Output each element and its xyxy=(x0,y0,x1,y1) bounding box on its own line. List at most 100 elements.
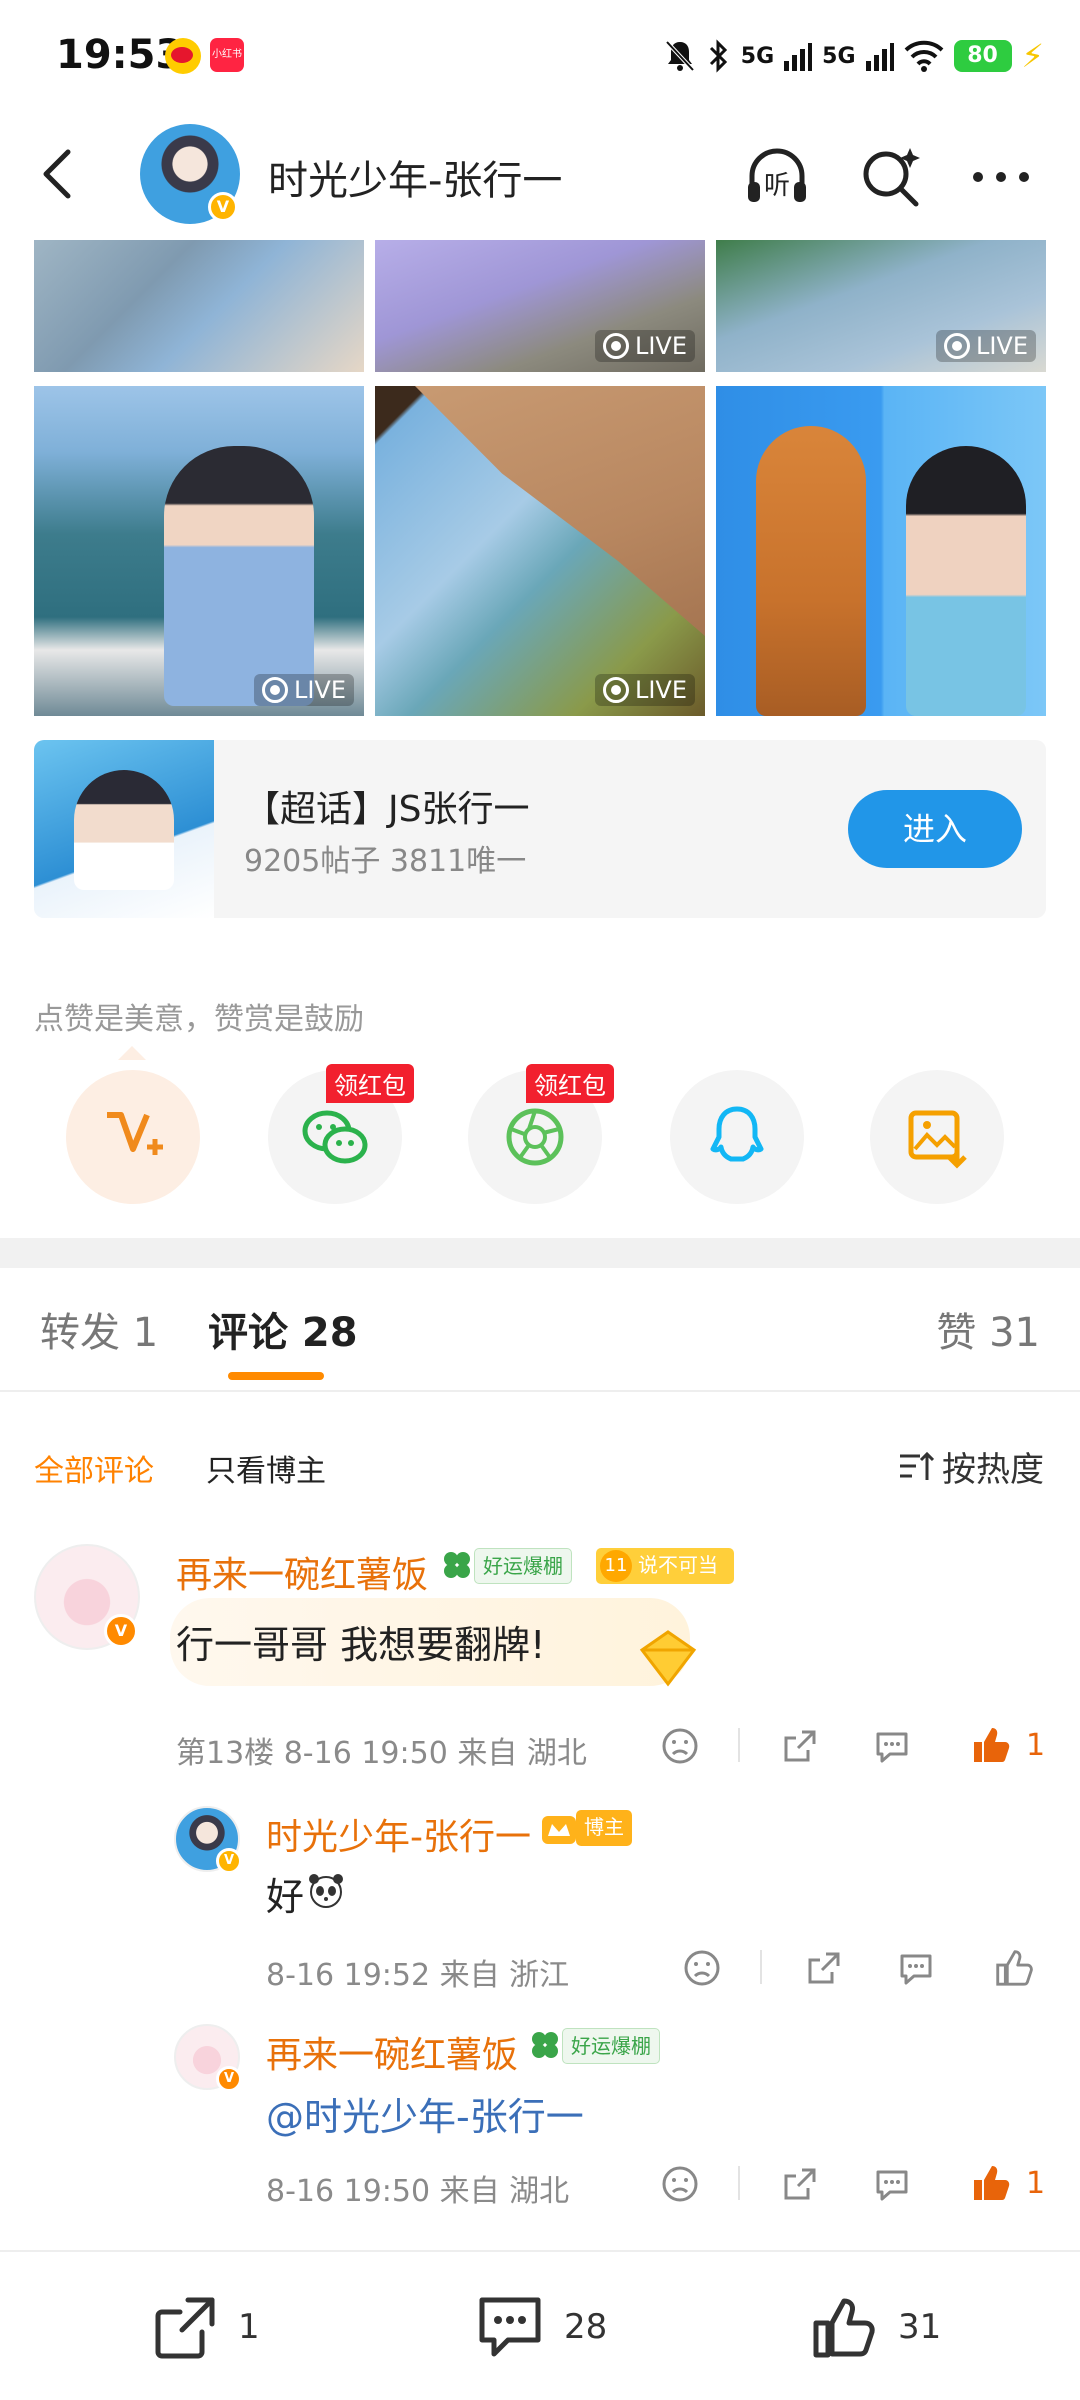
person-figure xyxy=(906,446,1026,716)
bottom-repost-button[interactable]: 1 xyxy=(150,2292,260,2362)
luck-badge: 好运爆棚 xyxy=(562,2028,660,2064)
weibo-app-icon xyxy=(165,38,201,74)
tab-comments[interactable]: 评论 28 xyxy=(208,1300,358,1358)
dislike-face-icon[interactable] xyxy=(682,1948,722,1988)
filter-blogger-only[interactable]: 只看博主 xyxy=(206,1446,326,1490)
live-photo-icon xyxy=(261,677,288,703)
live-badge: LIVE xyxy=(594,674,695,706)
reward-hint: 点赞是美意，赞赏是鼓励 xyxy=(34,1002,364,1037)
level-title: 说不可当 xyxy=(638,1553,718,1577)
tab-divider xyxy=(0,1390,1080,1392)
qq-penguin-icon xyxy=(710,1106,764,1162)
repost-icon[interactable] xyxy=(804,1948,844,1988)
bluetooth-icon xyxy=(709,39,727,73)
comment-bubble-icon xyxy=(479,2297,541,2357)
tab-reposts[interactable]: 转发 1 xyxy=(40,1300,158,1358)
dislike-face-icon[interactable] xyxy=(660,1726,700,1766)
supertopic-meta: 9205帖子 3811唯一 xyxy=(244,844,527,879)
save-image-button[interactable] xyxy=(870,1070,1004,1204)
wechat-icon xyxy=(302,1110,368,1164)
like-count: 1 xyxy=(1026,2166,1046,2201)
reward-v-plus-icon xyxy=(107,1112,163,1155)
charging-icon: ⚡ xyxy=(1021,37,1044,75)
repost-count: 1 xyxy=(238,2307,260,2347)
blogger-badge: 博主 xyxy=(576,1810,632,1846)
reply-bubble-icon[interactable] xyxy=(896,1948,936,1988)
live-label: LIVE xyxy=(293,676,346,704)
photo-4[interactable]: LIVE xyxy=(34,386,364,716)
luck-badge: 好运爆棚 xyxy=(474,1548,572,1584)
photo-3[interactable]: LIVE xyxy=(716,240,1046,372)
like-thumb-icon[interactable] xyxy=(968,1722,1012,1766)
filter-all-comments[interactable]: 全部评论 xyxy=(34,1446,154,1490)
reply-text-mention[interactable]: @时光少年-张行一 xyxy=(266,2086,584,2141)
commenter-name[interactable]: 再来一碗红薯饭 xyxy=(176,1546,428,1598)
curtain-shape xyxy=(415,386,705,636)
live-badge: LIVE xyxy=(594,330,695,362)
live-label: LIVE xyxy=(634,676,687,704)
reply-meta: 8-16 19:50 来自 湖北 xyxy=(266,2174,570,2209)
gem-sticker-icon xyxy=(639,1630,697,1687)
reply-bubble-icon[interactable] xyxy=(872,1726,912,1766)
comment-count: 28 xyxy=(564,2307,608,2347)
active-tab-indicator xyxy=(228,1372,324,1380)
verified-badge-icon: V xyxy=(216,1848,242,1874)
like-total-count: 31 xyxy=(898,2307,942,2347)
level-number: 11 xyxy=(600,1550,632,1582)
bottom-like-button[interactable]: 31 xyxy=(808,2292,941,2362)
supertopic-thumbnail xyxy=(34,740,214,918)
photo-1[interactable] xyxy=(34,240,364,372)
like-thumb-icon xyxy=(813,2298,875,2358)
post-header: V 时光少年-张行一 听 xyxy=(0,110,1080,240)
section-divider xyxy=(0,1238,1080,1268)
panda-emoji-icon xyxy=(309,1874,343,1908)
author-name[interactable]: 时光少年-张行一 xyxy=(268,148,562,206)
comment-text: 行一哥哥 我想要翻牌! xyxy=(176,1623,546,1667)
action-separator xyxy=(738,1728,740,1762)
more-options-icon[interactable] xyxy=(968,144,1034,210)
status-icons: 5G 5G 80 ⚡ xyxy=(663,36,1044,76)
status-bar: 19:53 小红书 5G 5G 80 ⚡ xyxy=(0,0,1080,110)
like-thumb-icon[interactable] xyxy=(968,2160,1012,2204)
search-sparkle-icon[interactable] xyxy=(858,144,924,210)
verified-badge-icon: V xyxy=(216,2066,242,2092)
sort-by-popularity[interactable]: 按热度 xyxy=(898,1442,1044,1491)
live-badge: LIVE xyxy=(253,674,354,706)
xiaohongshu-app-icon: 小红书 xyxy=(210,38,244,72)
enter-button[interactable]: 进入 xyxy=(848,790,1022,868)
clover-icon xyxy=(532,2032,558,2058)
tab-likes[interactable]: 赞 31 xyxy=(936,1300,1040,1358)
reply-text: 好 xyxy=(266,1875,305,1919)
redpack-badge: 领红包 xyxy=(526,1064,614,1103)
blogger-crown-icon xyxy=(542,1816,576,1844)
replier-name[interactable]: 再来一碗红薯饭 xyxy=(266,2026,518,2078)
reply-bubble-icon[interactable] xyxy=(872,2164,912,2204)
replier-name[interactable]: 时光少年-张行一 xyxy=(266,1808,531,1860)
live-photo-icon xyxy=(602,333,629,359)
signal-5g-2: 5G xyxy=(822,43,856,69)
repost-icon[interactable] xyxy=(780,2164,820,2204)
live-label: LIVE xyxy=(634,332,687,360)
save-image-icon xyxy=(908,1110,967,1169)
person-figure xyxy=(164,446,314,706)
photo-2[interactable]: LIVE xyxy=(375,240,705,372)
back-arrow-icon[interactable] xyxy=(30,144,90,204)
repost-icon xyxy=(155,2297,215,2359)
reward-button[interactable] xyxy=(66,1070,200,1204)
supertopic-card[interactable]: 【超话】JS张行一 9205帖子 3811唯一 进入 xyxy=(34,740,1046,918)
sort-icon xyxy=(900,1451,934,1480)
listen-headphones-icon[interactable]: 听 xyxy=(744,144,810,210)
battery-indicator: 80 xyxy=(953,40,1012,72)
dislike-face-icon[interactable] xyxy=(660,2164,700,2204)
photo-5[interactable]: LIVE xyxy=(375,386,705,716)
bottom-action-bar: 1 28 31 xyxy=(0,2250,1080,2400)
live-label: LIVE xyxy=(975,332,1028,360)
photo-6[interactable] xyxy=(716,386,1046,716)
cat-figure xyxy=(756,426,866,716)
like-thumb-icon[interactable] xyxy=(992,1946,1034,1988)
bottom-comment-button[interactable]: 28 xyxy=(474,2292,607,2362)
share-qq-button[interactable] xyxy=(670,1070,804,1204)
supertopic-title: 【超话】JS张行一 xyxy=(244,789,530,830)
repost-icon[interactable] xyxy=(780,1726,820,1766)
action-separator xyxy=(738,2166,740,2200)
